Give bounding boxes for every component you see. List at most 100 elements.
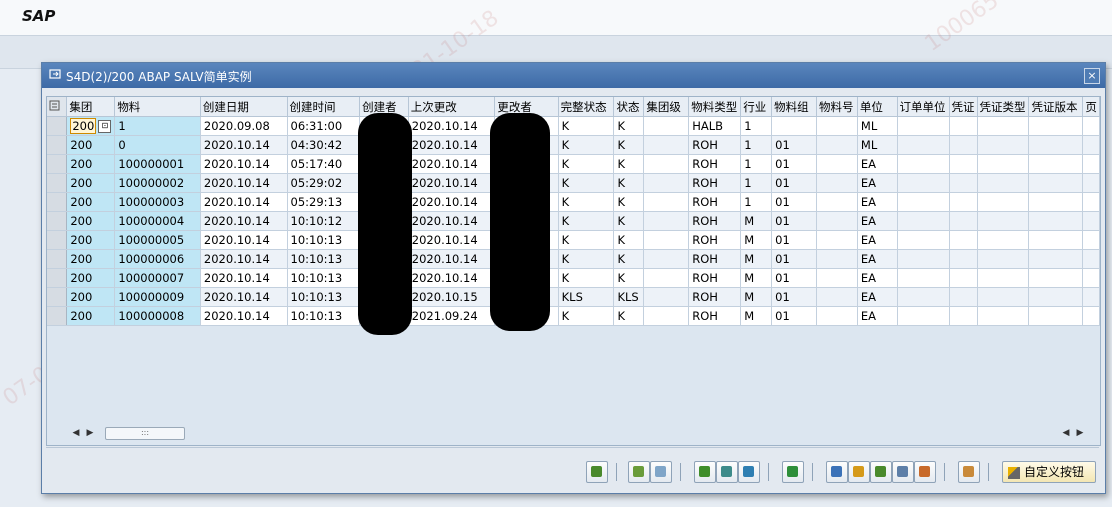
table-cell-clientlvl[interactable] — [643, 287, 690, 307]
table-cell-mtype[interactable]: ROH — [688, 135, 742, 155]
views-button[interactable] — [870, 461, 892, 483]
row-selector[interactable] — [47, 306, 68, 326]
table-cell-status[interactable]: K — [613, 211, 645, 231]
table-cell-unit[interactable]: EA — [857, 268, 898, 288]
table-cell-complete[interactable]: K — [558, 268, 615, 288]
table-cell-empty[interactable] — [949, 306, 978, 326]
table-cell-mtype[interactable]: ROH — [688, 211, 742, 231]
table-cell-empty[interactable] — [1028, 287, 1084, 307]
row-selector[interactable] — [47, 287, 68, 307]
column-header-status[interactable]: 状态 — [613, 97, 645, 117]
table-cell-clientlvl[interactable] — [643, 249, 690, 269]
table-cell-mtype[interactable]: ROH — [688, 230, 742, 250]
row-selector[interactable] — [47, 116, 68, 136]
table-cell-empty[interactable] — [949, 135, 978, 155]
table-cell-client[interactable]: 200 — [66, 192, 116, 212]
layout-select-button[interactable] — [914, 461, 936, 483]
table-cell-created_at[interactable]: 10:10:12 — [287, 211, 361, 231]
table-cell-industry[interactable]: M — [740, 268, 773, 288]
table-cell-industry[interactable]: 1 — [740, 173, 773, 193]
table-cell-client[interactable]: 200 — [66, 154, 116, 174]
table-cell-unit[interactable]: EA — [857, 192, 898, 212]
sort-descending-button[interactable] — [650, 461, 672, 483]
column-header-created-on[interactable]: 创建日期 — [200, 97, 288, 117]
table-cell-empty[interactable] — [1028, 268, 1084, 288]
table-row[interactable]: 200 0 2020.10.14 04:30:42 2020.10.14 K K ROH 1 01… — [47, 135, 1100, 155]
table-cell-status[interactable]: K — [613, 192, 645, 212]
table-cell-industry[interactable]: 1 — [740, 192, 773, 212]
table-cell-empty[interactable] — [897, 116, 950, 136]
table-cell-mgroup[interactable]: 01 — [771, 230, 817, 250]
table-cell-clientlvl[interactable] — [643, 154, 690, 174]
table-cell-empty[interactable] — [949, 192, 978, 212]
table-cell-industry[interactable]: M — [740, 287, 773, 307]
table-cell-empty[interactable] — [1082, 287, 1100, 307]
table-cell-created_on[interactable]: 2020.10.14 — [200, 154, 288, 174]
table-cell-last_change[interactable]: 2020.10.14 — [408, 173, 496, 193]
table-cell-empty[interactable] — [897, 268, 950, 288]
table-cell-empty[interactable] — [1028, 192, 1084, 212]
table-cell-last_change[interactable]: 2020.10.14 — [408, 154, 496, 174]
table-cell-unit[interactable]: EA — [857, 249, 898, 269]
table-cell-empty[interactable] — [897, 154, 950, 174]
table-cell-clientlvl[interactable] — [643, 306, 690, 326]
column-header-material-group[interactable]: 物料组 — [771, 97, 817, 117]
table-cell-mtype[interactable]: ROH — [688, 192, 742, 212]
table-cell-mtype[interactable]: ROH — [688, 268, 742, 288]
row-selector[interactable] — [47, 249, 68, 269]
table-cell-material[interactable]: 1 — [114, 116, 201, 136]
filter-button[interactable] — [716, 461, 738, 483]
table-cell-unit[interactable]: ML — [857, 135, 898, 155]
table-cell-material[interactable]: 100000001 — [114, 154, 201, 174]
table-cell-empty[interactable] — [949, 268, 978, 288]
table-cell-last_change[interactable]: 2020.10.14 — [408, 192, 496, 212]
focused-cell-value[interactable]: 200 — [70, 118, 97, 134]
row-selector[interactable] — [47, 154, 68, 174]
table-cell-empty[interactable] — [977, 192, 1030, 212]
table-cell-mgroup[interactable]: 01 — [771, 154, 817, 174]
table-cell-created_on[interactable]: 2020.10.14 — [200, 287, 288, 307]
table-cell-created_on[interactable]: 2020.10.14 — [200, 135, 288, 155]
filter-set-button[interactable] — [738, 461, 760, 483]
table-cell-unit[interactable]: EA — [857, 211, 898, 231]
table-cell-last_change[interactable]: 2020.10.14 — [408, 230, 496, 250]
details-button[interactable] — [586, 461, 608, 483]
table-cell-mgroup[interactable]: 01 — [771, 268, 817, 288]
row-selector[interactable] — [47, 135, 68, 155]
table-cell-empty[interactable] — [977, 173, 1030, 193]
table-cell-status[interactable]: K — [613, 135, 645, 155]
table-cell-empty[interactable] — [1082, 135, 1100, 155]
table-cell-client[interactable]: 200 ⊡ — [66, 116, 116, 136]
table-cell-complete[interactable]: K — [558, 230, 615, 250]
table-cell-created_on[interactable]: 2020.10.14 — [200, 192, 288, 212]
table-cell-status[interactable]: KLS — [613, 287, 645, 307]
row-selector[interactable] — [47, 211, 68, 231]
scroll-right-icon[interactable]: ▶ — [1073, 426, 1087, 440]
table-cell-empty[interactable] — [949, 287, 978, 307]
table-cell-industry[interactable]: 1 — [740, 135, 773, 155]
horizontal-scrollbar[interactable]: ◀ ▶ ::: ◀ ▶ — [69, 426, 1089, 440]
value-help-icon[interactable]: ⊡ — [98, 120, 112, 133]
table-cell-clientlvl[interactable] — [643, 211, 690, 231]
table-cell-empty[interactable] — [977, 116, 1030, 136]
table-cell-industry[interactable]: M — [740, 230, 773, 250]
table-cell-matno[interactable] — [816, 306, 858, 326]
table-cell-empty[interactable] — [949, 116, 978, 136]
table-cell-complete[interactable]: K — [558, 173, 615, 193]
table-cell-empty[interactable] — [1028, 173, 1084, 193]
column-header-material-number[interactable]: 物料号 — [816, 97, 858, 117]
table-cell-status[interactable]: K — [613, 154, 645, 174]
table-cell-created_at[interactable]: 05:29:13 — [287, 192, 361, 212]
table-cell-empty[interactable] — [1082, 154, 1100, 174]
column-header-document[interactable]: 凭证 — [949, 97, 978, 117]
table-cell-empty[interactable] — [897, 192, 950, 212]
table-cell-empty[interactable] — [977, 211, 1030, 231]
column-header-material-type[interactable]: 物料类型 — [688, 97, 742, 117]
table-cell-empty[interactable] — [1082, 249, 1100, 269]
close-button[interactable]: × — [1084, 68, 1100, 84]
table-cell-status[interactable]: K — [613, 173, 645, 193]
grid-view-button[interactable] — [958, 461, 980, 483]
table-cell-complete[interactable]: K — [558, 249, 615, 269]
column-header-material[interactable]: 物料 — [114, 97, 201, 117]
table-cell-matno[interactable] — [816, 192, 858, 212]
